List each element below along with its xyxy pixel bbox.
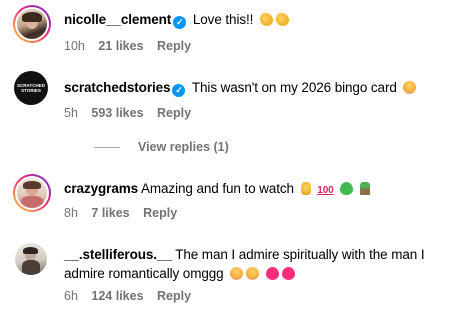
comment-time: 6h <box>64 289 78 303</box>
reply-button[interactable]: Reply <box>143 206 177 220</box>
avatar[interactable] <box>13 5 51 43</box>
comment-text-continued: admire romantically omggg <box>64 266 224 281</box>
avatar-logo: SCRATCHED STORIES <box>17 83 45 93</box>
green-heart-icon <box>340 182 354 195</box>
reply-button[interactable]: Reply <box>157 106 191 120</box>
avatar-photo <box>17 9 47 39</box>
likes-count[interactable]: 124 likes <box>91 289 143 303</box>
view-replies-button[interactable]: View replies (1) <box>64 139 229 155</box>
avatar-photo <box>17 178 47 208</box>
likes-count[interactable]: 21 likes <box>98 39 143 53</box>
replies-divider <box>94 146 120 148</box>
comment-text: Love this!! <box>192 12 254 27</box>
comment-time: 10h <box>64 39 85 53</box>
face-screaming-icon <box>403 81 417 94</box>
clapping-hands-icon <box>275 13 289 26</box>
seedling-icon <box>359 182 370 195</box>
pink-heart-icon <box>265 267 279 280</box>
verified-badge-icon: ✓ <box>173 16 187 29</box>
verified-badge-icon: ✓ <box>172 84 186 97</box>
comment-username[interactable]: __.stelliferous.__ <box>64 247 172 262</box>
clapping-hands-icon <box>259 13 273 26</box>
likes-count[interactable]: 593 likes <box>91 106 143 120</box>
face-screaming-icon <box>230 267 244 280</box>
avatar[interactable] <box>13 174 51 212</box>
comment-text: The man I admire spiritually with the ma… <box>175 247 425 262</box>
comment-time: 8h <box>64 206 78 220</box>
pink-heart-icon <box>281 267 295 280</box>
face-screaming-icon <box>246 267 260 280</box>
comment-time: 5h <box>64 106 78 120</box>
comment-text: Amazing and fun to watch <box>140 181 294 196</box>
thumbs-up-icon <box>300 182 311 195</box>
view-replies-label: View replies (1) <box>138 140 229 154</box>
comment-username[interactable]: crazygrams <box>64 181 138 196</box>
reply-button[interactable]: Reply <box>157 39 191 53</box>
likes-count[interactable]: 7 likes <box>91 206 129 220</box>
reply-button[interactable]: Reply <box>157 289 191 303</box>
avatar[interactable] <box>15 243 47 275</box>
comment-username[interactable]: nicolle__clement <box>64 12 171 27</box>
comment-text: This wasn't on my 2026 bingo card <box>191 80 397 95</box>
comment-username[interactable]: scratchedstories <box>64 80 171 95</box>
avatar[interactable]: SCRATCHED STORIES <box>14 71 48 105</box>
avatar-photo <box>15 243 47 275</box>
hundred-points-icon: 100 <box>317 185 334 196</box>
